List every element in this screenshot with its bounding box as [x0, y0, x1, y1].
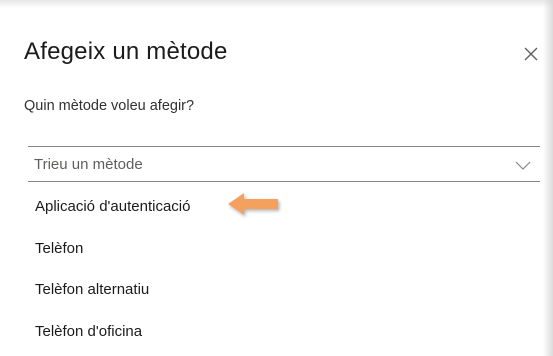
- option-label: Telèfon d'oficina: [35, 322, 143, 340]
- option-label: Telèfon alternatiu: [35, 281, 150, 299]
- close-button[interactable]: [520, 43, 542, 65]
- option-office-phone[interactable]: Telèfon d'oficina: [28, 311, 540, 353]
- option-label: Telèfon: [35, 239, 84, 257]
- option-label: Aplicació d'autenticació: [35, 198, 191, 216]
- dialog-top-edge: [0, 0, 553, 8]
- option-alternate-phone[interactable]: Telèfon alternatiu: [28, 269, 540, 311]
- add-method-dialog: Afegeix un mètode Quin mètode voleu afeg…: [0, 0, 553, 356]
- chevron-down-icon: [515, 161, 531, 170]
- close-icon: [524, 47, 538, 61]
- dialog-right-edge: [543, 0, 553, 356]
- page: Afegeix un mètode Quin mètode voleu afeg…: [0, 0, 553, 356]
- option-phone[interactable]: Telèfon: [28, 228, 540, 270]
- method-select[interactable]: Trieu un mètode: [28, 146, 540, 182]
- arrow-left-icon: [228, 193, 278, 215]
- method-select-value: Trieu un mètode: [34, 156, 143, 173]
- dialog-title: Afegeix un mètode: [24, 38, 228, 65]
- option-authenticator-app[interactable]: Aplicació d'autenticació: [28, 186, 540, 228]
- method-options-list: Aplicació d'autenticació Telèfon Telèfon…: [28, 186, 540, 352]
- dialog-question: Quin mètode voleu afegir?: [24, 98, 195, 114]
